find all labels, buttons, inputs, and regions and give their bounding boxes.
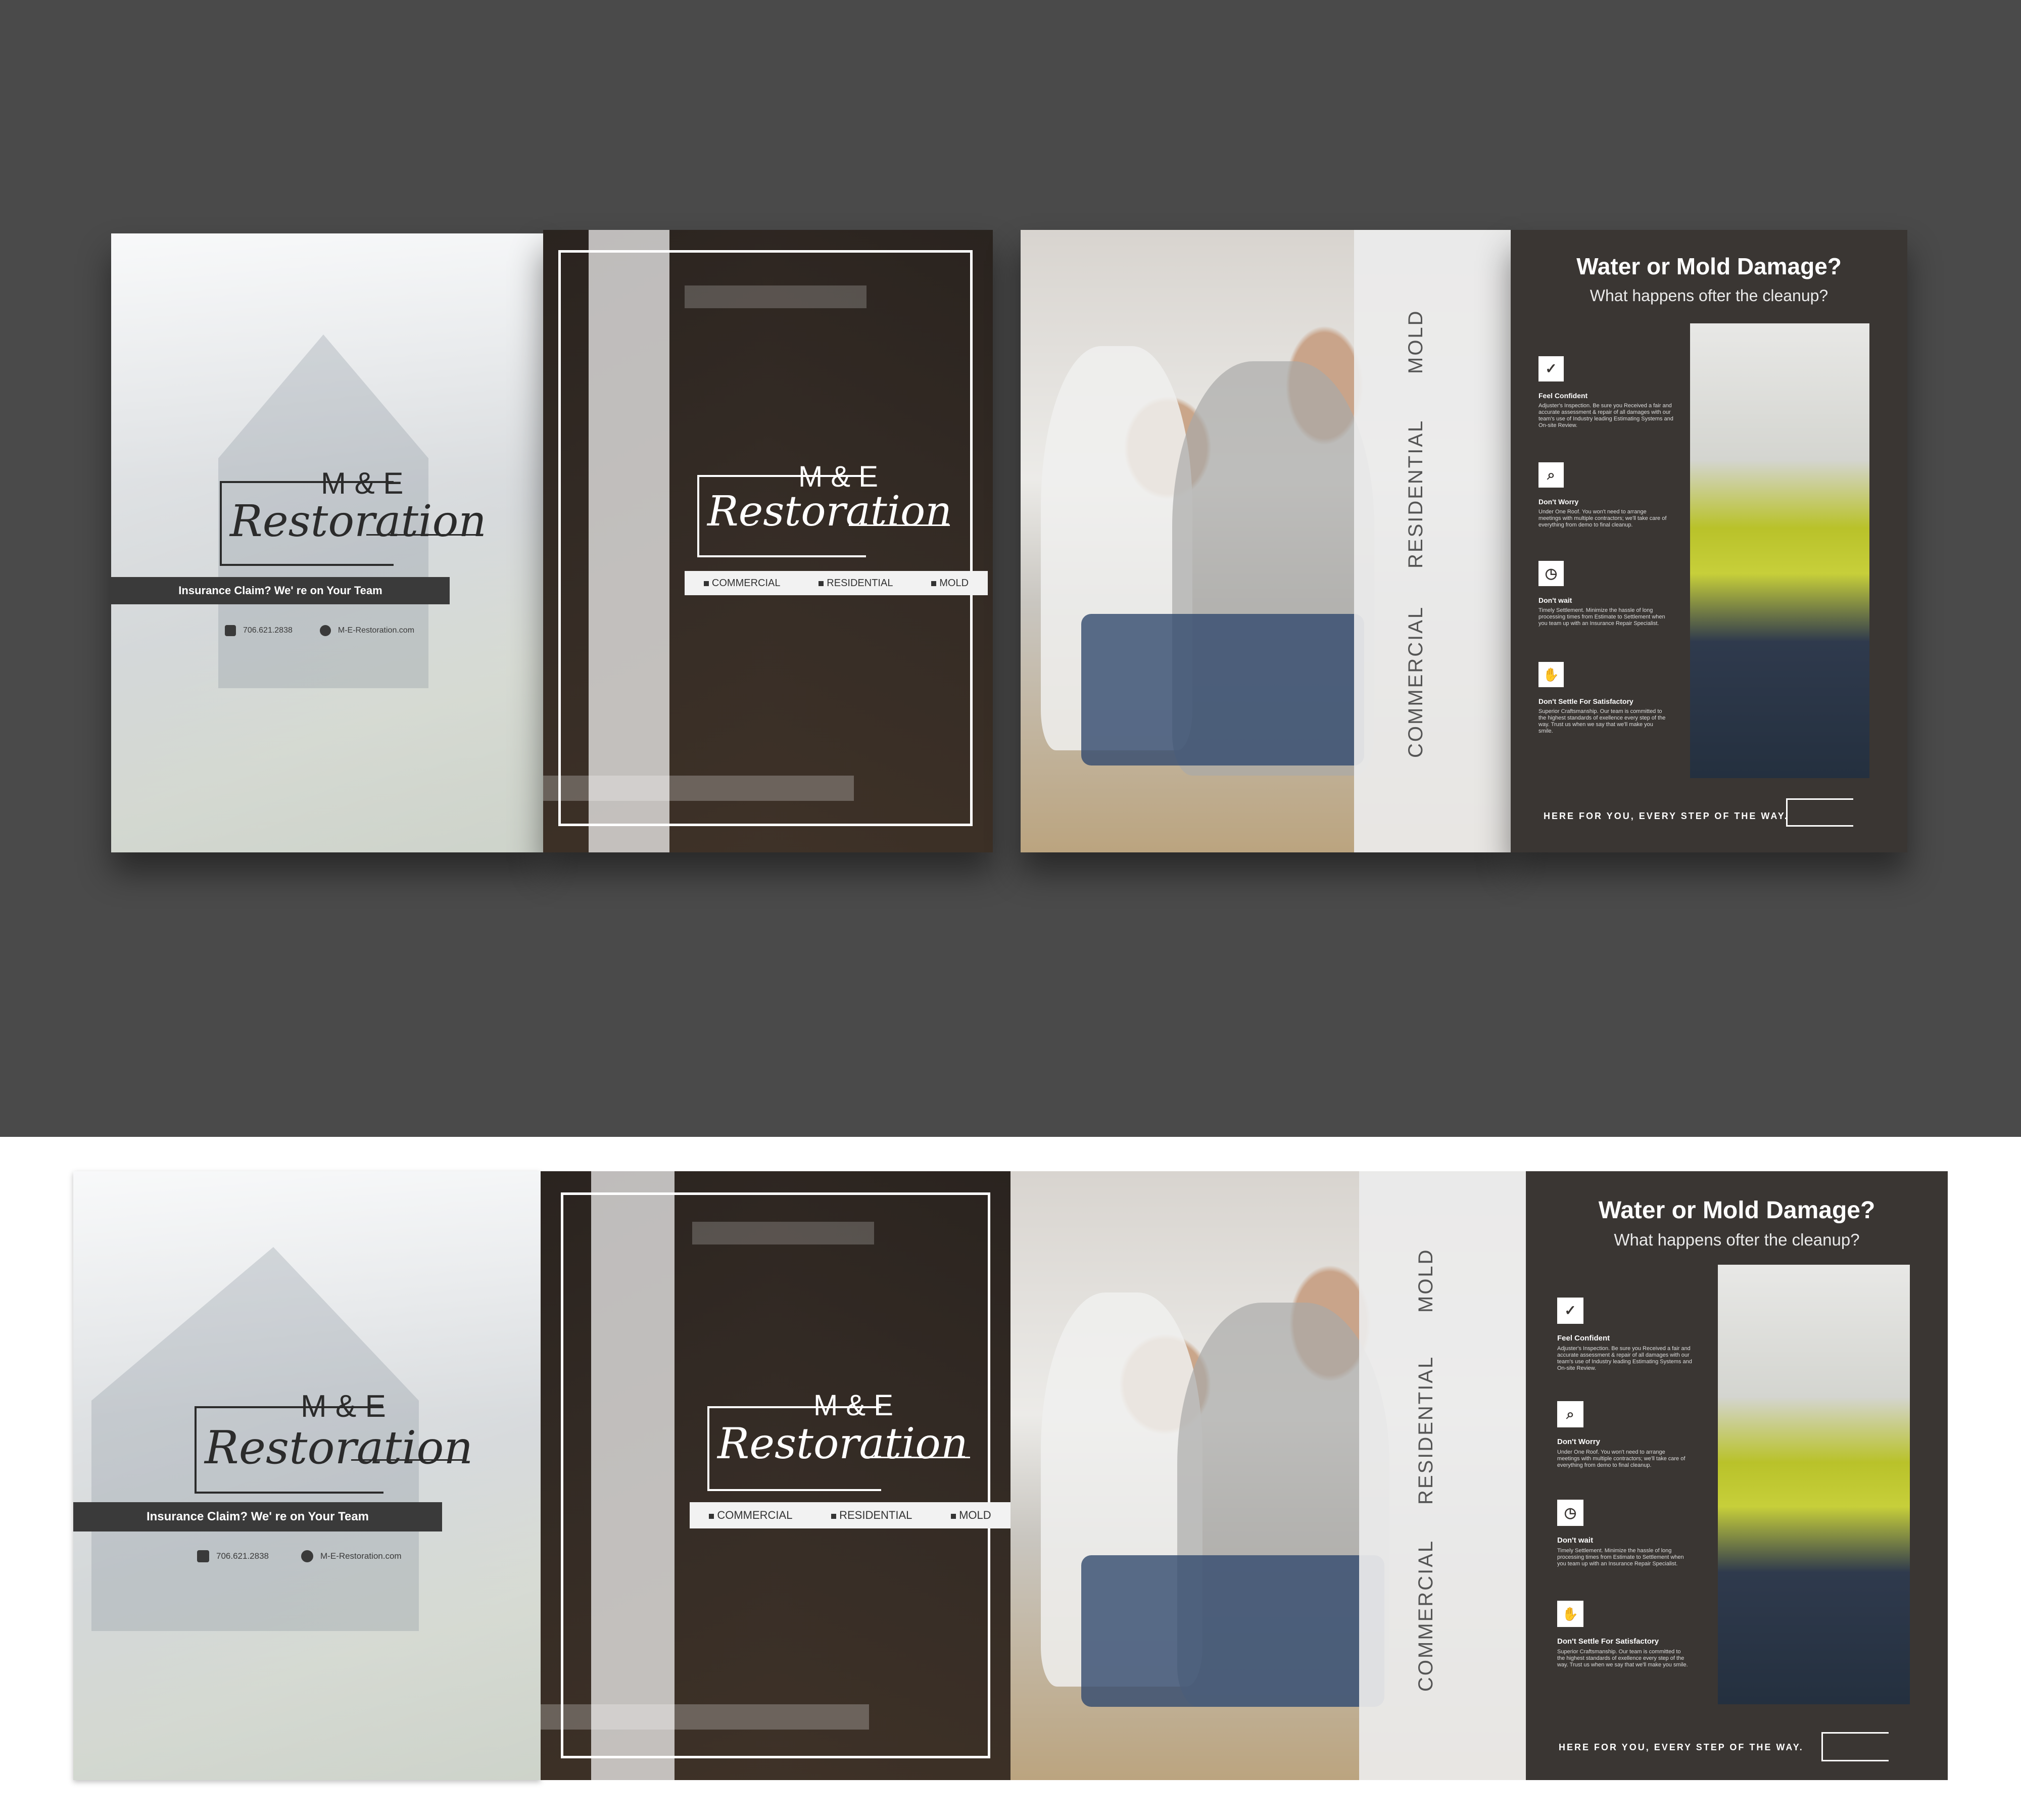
bottom-front-cover: M & E Restoration COMMERCIAL RESIDENTIAL… (541, 1171, 1010, 1780)
phone-number: 706.621.2838 (216, 1551, 269, 1561)
footer-logo (1786, 798, 1853, 827)
service-residential: RESIDENTIAL (819, 578, 893, 589)
service-mold: MOLD (931, 578, 969, 589)
logo-me: M & E (301, 1389, 386, 1424)
service-residential: RESIDENTIAL (831, 1509, 912, 1522)
handshake-icon: ✋ (1538, 662, 1564, 687)
contact-row-bottom: 706.621.2838 M-E-Restoration.com (197, 1550, 402, 1562)
tagline-bar-bottom: Insurance Claim? We' re on Your Team (73, 1502, 442, 1531)
globe-icon (319, 625, 331, 636)
feature-4: ✋ Don't Settle For Satisfactory Superior… (1538, 662, 1675, 758)
info-title: Water or Mold Damage? (1598, 1197, 1875, 1224)
logo-me: M & E (813, 1389, 893, 1422)
logo-me: M & E (321, 466, 404, 500)
workers-photo (1690, 323, 1869, 778)
feature-3: ◷ Don't wait Timely Settlement. Minimize… (1538, 561, 1675, 647)
logo-script: Restoration (205, 1421, 473, 1474)
top-front-cover: M & E Restoration COMMERCIAL RESIDENTIAL… (543, 230, 993, 852)
logo-script: Restoration (707, 488, 952, 536)
phone-number: 706.621.2838 (243, 626, 293, 635)
services-bar-bottom: COMMERCIAL RESIDENTIAL MOLD (690, 1502, 1010, 1528)
confident-icon: ✓ (1557, 1298, 1583, 1324)
brand-logo-bottom: M & E Restoration (195, 1388, 508, 1505)
bottom-info-panel: Water or Mold Damage? What happens ofter… (1526, 1171, 1948, 1780)
footer-text: HERE FOR YOU, EVERY STEP OF THE WAY. (1544, 811, 1789, 821)
brand-logo-front-bottom: M & E Restoration (707, 1388, 990, 1495)
top-back-cover: M & E Restoration Insurance Claim? We' r… (111, 233, 543, 852)
logo-script: Restoration (717, 1419, 968, 1468)
top-info-panel: Water or Mold Damage? What happens ofter… (1511, 230, 1907, 852)
phone-icon (225, 625, 236, 636)
service-mold: MOLD (951, 1509, 991, 1522)
confident-icon: ✓ (1538, 356, 1564, 381)
service-commercial: COMMERCIAL (703, 578, 780, 589)
band-residential: RESIDENTIAL (1405, 419, 1427, 568)
info-title: Water or Mold Damage? (1576, 253, 1842, 279)
website-text: M-E-Restoration.com (338, 626, 415, 635)
jeans (1081, 1555, 1384, 1707)
band-mold: MOLD (1415, 1248, 1437, 1313)
services-band (1359, 1171, 1526, 1780)
tagline-bar: Insurance Claim? We' re on Your Team (111, 577, 450, 604)
brand-logo: M & E Restoration (220, 466, 523, 577)
feature-1: ✓ Feel Confident Adjuster's Inspection. … (1557, 1298, 1701, 1388)
magnifier-icon: ⌕ (1538, 462, 1564, 488)
band-mold: MOLD (1405, 309, 1427, 374)
info-subtitle: What happens ofter the cleanup? (1614, 1230, 1860, 1249)
services-band (1354, 230, 1511, 852)
feature-1: ✓ Feel Confident Adjuster's Inspection. … (1538, 356, 1675, 447)
feature-2: ⌕ Don't Worry Under One Roof. You won't … (1538, 462, 1675, 548)
services-bar: COMMERCIAL RESIDENTIAL MOLD (685, 571, 988, 595)
handshake-icon: ✋ (1557, 1601, 1583, 1627)
bottom-back-cover: M & E Restoration Insurance Claim? We' r… (73, 1171, 541, 1780)
feature-3: ◷ Don't wait Timely Settlement. Minimize… (1557, 1500, 1701, 1586)
feature-2: ⌕ Don't Worry Under One Roof. You won't … (1557, 1401, 1701, 1487)
top-inside-photo: COMMERCIAL RESIDENTIAL MOLD (1021, 230, 1511, 852)
service-commercial: COMMERCIAL (709, 1509, 792, 1522)
band-residential: RESIDENTIAL (1415, 1355, 1437, 1505)
logo-script: Restoration (230, 496, 487, 547)
band-commercial: COMMERCIAL (1415, 1539, 1437, 1692)
info-subtitle: What happens ofter the cleanup? (1590, 286, 1828, 305)
jeans (1081, 614, 1364, 765)
phone-icon (197, 1550, 209, 1562)
stopwatch-icon: ◷ (1538, 561, 1564, 586)
contact-row: 706.621.2838 M-E-Restoration.com (225, 625, 414, 636)
workers-photo (1718, 1265, 1910, 1704)
feature-4: ✋ Don't Settle For Satisfactory Superior… (1557, 1601, 1701, 1697)
brand-logo-front: M & E Restoration (697, 460, 980, 561)
footer-text: HERE FOR YOU, EVERY STEP OF THE WAY. (1559, 1742, 1804, 1752)
bottom-inside-photo: COMMERCIAL RESIDENTIAL MOLD (1010, 1171, 1526, 1780)
footer-logo (1821, 1732, 1889, 1761)
band-commercial: COMMERCIAL (1405, 605, 1427, 758)
stopwatch-icon: ◷ (1557, 1500, 1583, 1526)
website-text: M-E-Restoration.com (320, 1551, 402, 1561)
globe-icon (301, 1550, 313, 1562)
magnifier-icon: ⌕ (1557, 1401, 1583, 1427)
